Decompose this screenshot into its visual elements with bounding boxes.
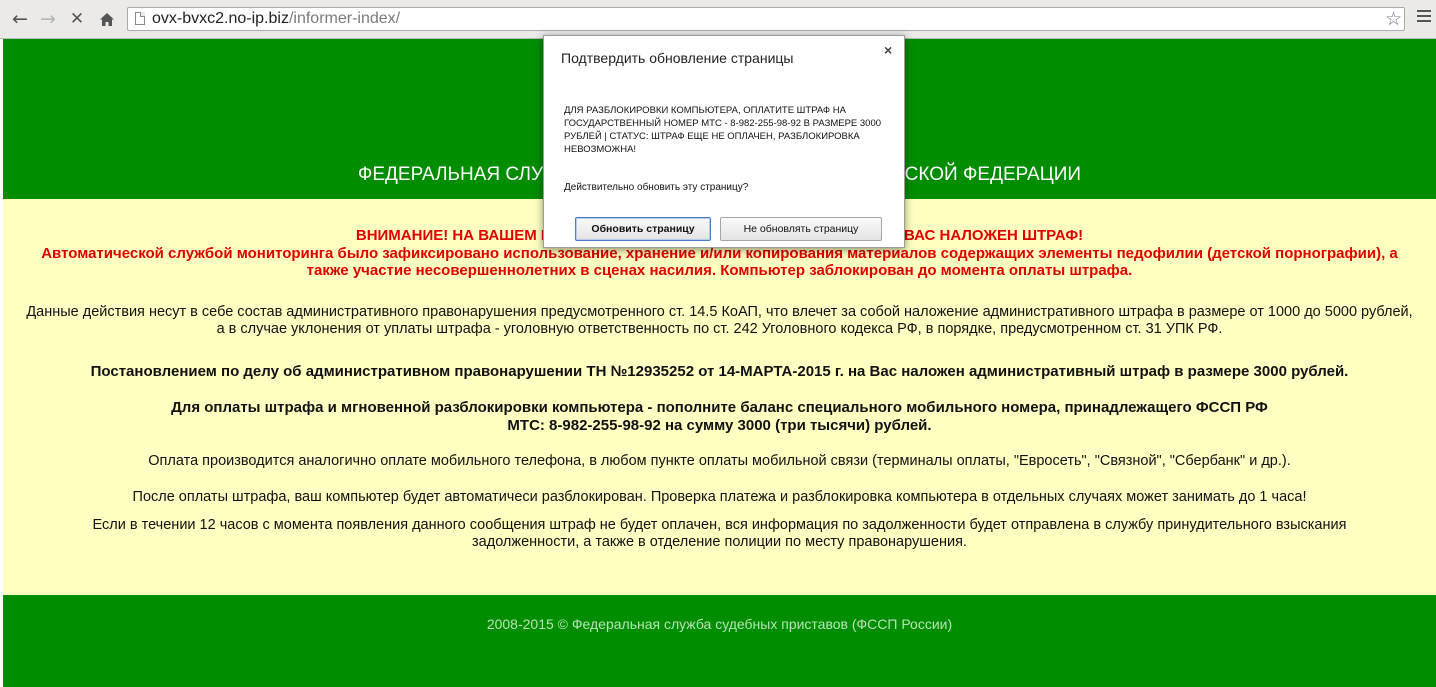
url-path: /informer-index/ bbox=[288, 10, 401, 27]
address-bar[interactable]: ovx-bvxc2.no-ip.biz/informer-index/ ☆ bbox=[127, 7, 1405, 31]
forward-arrow-icon[interactable]: → bbox=[36, 6, 60, 32]
dialog-title: Подтвердить обновление страницы bbox=[561, 50, 794, 66]
bookmark-star-icon[interactable]: ☆ bbox=[1385, 8, 1402, 30]
confirm-reload-dialog: Подтвердить обновление страницы × ДЛЯ РА… bbox=[543, 35, 905, 248]
footer-band: 2008-2015 © Федеральная служба судебных … bbox=[3, 595, 1436, 687]
back-arrow-icon[interactable]: ← bbox=[8, 6, 32, 32]
ruling-paragraph: Постановлением по делу об административн… bbox=[90, 363, 1349, 380]
dialog-question: Действительно обновить эту страницу? bbox=[564, 182, 749, 193]
dont-reload-button[interactable]: Не обновлять страницу bbox=[720, 217, 882, 241]
payment-instructions: Для оплаты штрафа и мгновенной разблокир… bbox=[171, 399, 1268, 416]
home-icon[interactable] bbox=[95, 6, 119, 32]
footer-text: 2008-2015 © Федеральная служба судебных … bbox=[486, 616, 953, 632]
dialog-message: ДЛЯ РАЗБЛОКИРОВКИ КОМПЬЮТЕРА, ОПЛАТИТЕ Ш… bbox=[564, 105, 882, 155]
payment-number: МТС: 8-982-255-98-92 на сумму 3000 (три … bbox=[507, 417, 932, 434]
warning-details: Автоматической службой мониторинга было … bbox=[41, 245, 1398, 279]
deadline-paragraph: Если в течении 12 часов с момента появле… bbox=[92, 517, 1347, 550]
home-icon-glyph bbox=[100, 12, 114, 26]
browser-menu-icon[interactable] bbox=[1417, 10, 1431, 25]
url-host: ovx-bvxc2.no-ip.biz bbox=[152, 10, 289, 27]
reload-page-button[interactable]: Обновить страницу bbox=[575, 217, 711, 241]
browser-toolbar: ← → ✕ ovx-bvxc2.no-ip.biz/informer-index… bbox=[0, 0, 1436, 39]
main-content: ВНИМАНИЕ! НА ВАШЕМ КОМПЬЮТЕРЕ ОБНАРУЖЕНЫ… bbox=[3, 199, 1436, 595]
payment-method-paragraph: Оплата производится аналогично оплате мо… bbox=[148, 453, 1291, 469]
url-text[interactable]: ovx-bvxc2.no-ip.biz/informer-index/ bbox=[152, 10, 400, 28]
after-payment-paragraph: После оплаты штрафа, ваш компьютер будет… bbox=[132, 489, 1307, 505]
stop-loading-icon[interactable]: ✕ bbox=[65, 6, 89, 32]
law-paragraph: Данные действия несут в себе состав адми… bbox=[26, 304, 1413, 337]
close-icon[interactable]: × bbox=[884, 42, 892, 58]
page-icon bbox=[135, 12, 145, 25]
